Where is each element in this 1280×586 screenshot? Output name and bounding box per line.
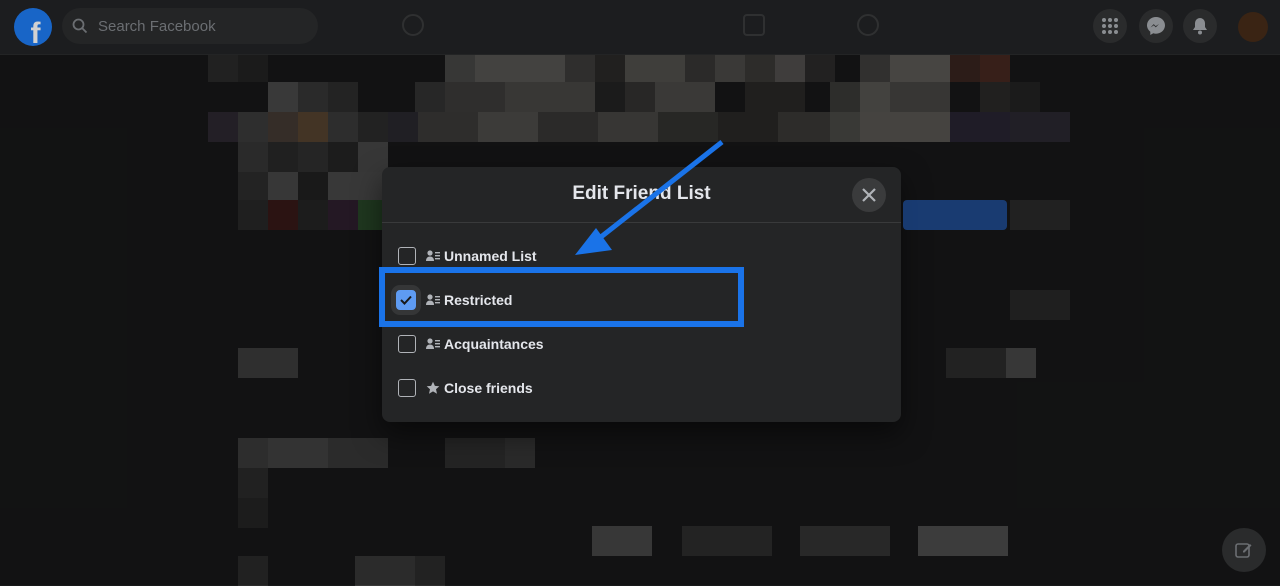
dialog-title: Edit Friend List	[572, 183, 711, 204]
list-option-close-friends[interactable]: Close friends	[398, 376, 533, 400]
checkbox[interactable]	[398, 379, 416, 397]
list-option-unnamed-list[interactable]: Unnamed List	[398, 244, 537, 268]
marketplace-tab-icon[interactable]	[743, 14, 765, 36]
highlight-box-annotation	[379, 267, 744, 327]
checkbox[interactable]	[398, 335, 416, 353]
compose-icon	[1235, 543, 1252, 558]
list-option-acquaintances[interactable]: Acquaintances	[398, 332, 544, 356]
top-navigation-bar: f	[0, 0, 1280, 55]
messenger-button[interactable]	[1139, 9, 1173, 43]
close-icon	[862, 188, 876, 202]
star-icon	[426, 381, 440, 395]
friend-list-icon	[426, 337, 440, 351]
messenger-icon	[1147, 17, 1165, 35]
menu-button[interactable]	[1093, 9, 1127, 43]
list-option-label: Acquaintances	[444, 336, 544, 352]
notifications-bell-icon	[1193, 18, 1207, 35]
search-input[interactable]	[96, 16, 300, 36]
notifications-button[interactable]	[1183, 9, 1217, 43]
groups-tab-icon[interactable]	[857, 14, 879, 36]
search-icon	[72, 18, 88, 34]
search-box[interactable]	[62, 8, 318, 44]
home-tab-icon[interactable]	[402, 14, 424, 36]
blurred-message-button	[903, 200, 1007, 230]
facebook-logo[interactable]: f	[14, 8, 52, 46]
dialog-header: Edit Friend List	[382, 167, 901, 223]
close-button[interactable]	[852, 178, 886, 212]
list-option-label: Close friends	[444, 380, 533, 396]
account-avatar[interactable]	[1238, 12, 1268, 42]
list-option-label: Unnamed List	[444, 248, 537, 264]
friend-list-icon	[426, 249, 440, 263]
checkbox[interactable]	[398, 247, 416, 265]
menu-grid-icon	[1102, 18, 1118, 34]
new-message-button[interactable]	[1222, 528, 1266, 572]
